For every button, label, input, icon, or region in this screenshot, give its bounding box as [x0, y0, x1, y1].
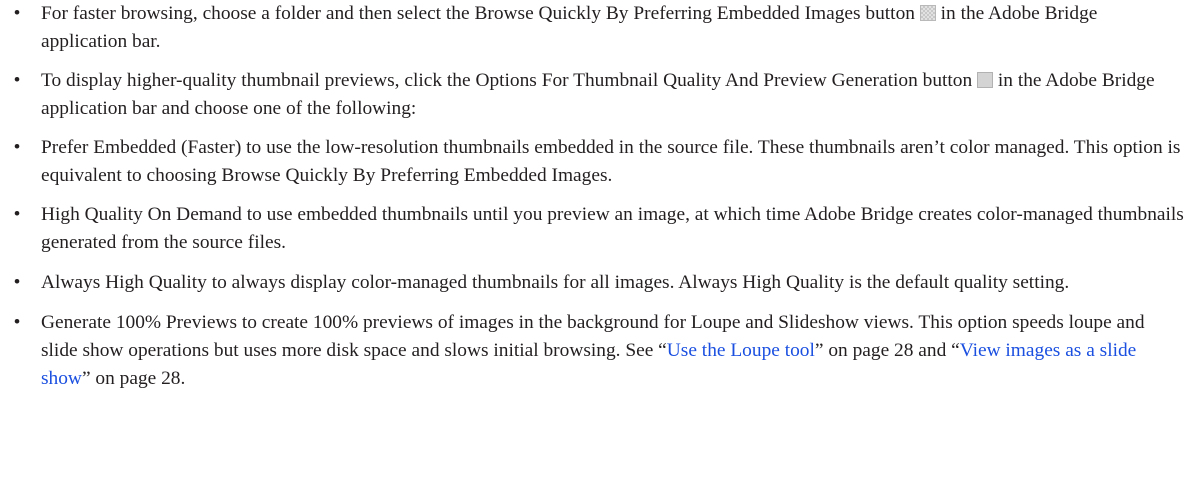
item-text: High Quality On Demand to use embedded t… — [41, 204, 1184, 253]
browse-quickly-icon[interactable] — [919, 5, 936, 21]
list-item: • Always High Quality to always display c… — [0, 269, 1193, 297]
item-text: ” on page 28. — [81, 368, 186, 389]
item-text: For faster browsing, choose a folder and… — [41, 3, 920, 24]
item-text: ” on page 28 and “ — [814, 340, 960, 361]
item-text: To display higher-quality thumbnail prev… — [41, 70, 978, 91]
bullet-list: • For faster browsing, choose a folder an… — [0, 0, 1193, 393]
bullet-marker: • — [13, 272, 21, 293]
list-item: • Generate 100% Previews to create 100% p… — [0, 309, 1193, 393]
document-page: • For faster browsing, choose a folder an… — [0, 0, 1193, 393]
list-item: • High Quality On Demand to use embedded … — [0, 201, 1193, 257]
bullet-marker: • — [13, 70, 21, 91]
list-item: • Prefer Embedded (Faster) to use the low… — [0, 134, 1193, 190]
list-item: • To display higher-quality thumbnail pre… — [0, 67, 1193, 123]
list-item: • For faster browsing, choose a folder an… — [0, 0, 1193, 56]
bullet-marker: • — [13, 3, 21, 24]
bullet-marker: • — [13, 204, 21, 225]
use-loupe-tool-link[interactable]: Use the Loupe tool — [667, 340, 815, 361]
item-text: Always High Quality to always display co… — [41, 272, 1070, 293]
thumbnail-quality-options-icon[interactable] — [977, 72, 994, 88]
bullet-marker: • — [13, 137, 21, 158]
item-text: Prefer Embedded (Faster) to use the low-… — [41, 137, 1181, 186]
bullet-marker: • — [13, 312, 21, 333]
